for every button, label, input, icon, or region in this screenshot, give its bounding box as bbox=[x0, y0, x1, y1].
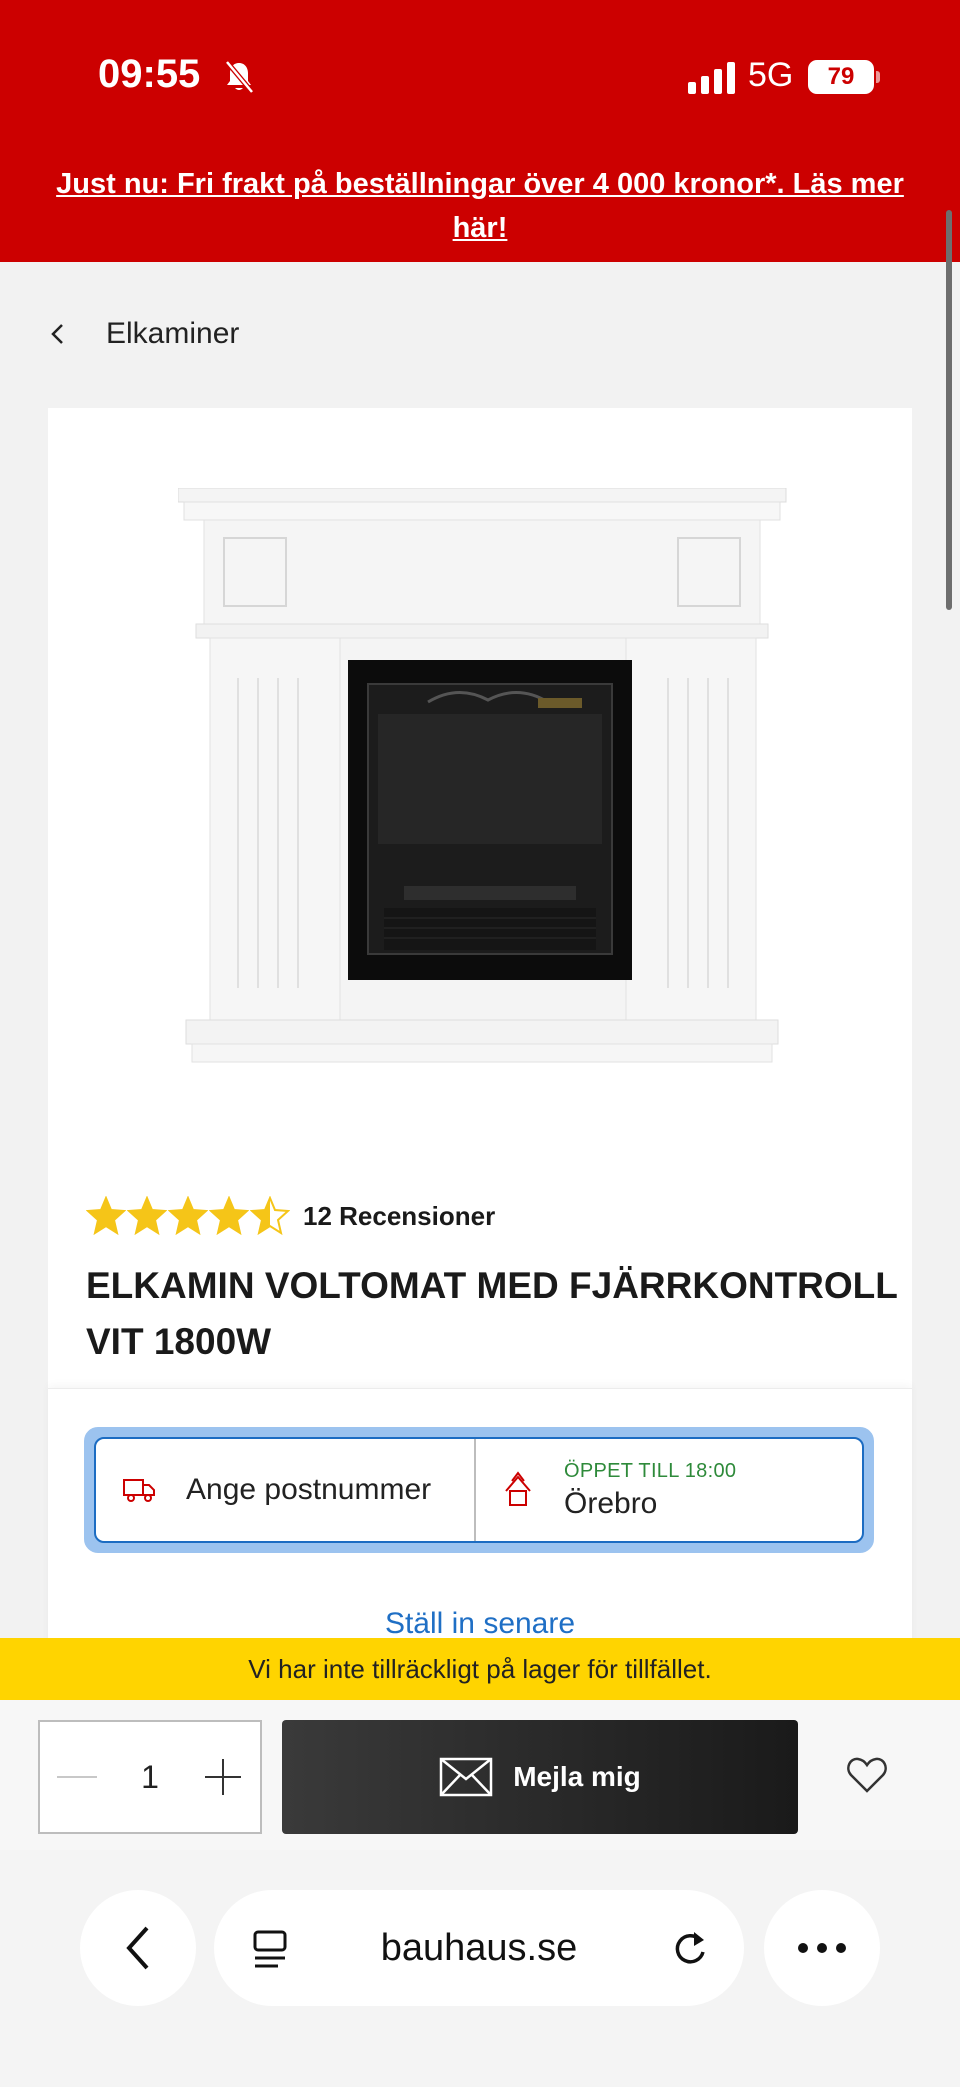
breadcrumb-label: Elkaminer bbox=[106, 317, 240, 350]
rating-stars bbox=[86, 1196, 291, 1236]
signal-icon bbox=[688, 62, 735, 94]
purchase-bar: 1 Mejla mig bbox=[0, 1700, 960, 1850]
more-options-button[interactable] bbox=[764, 1890, 880, 2006]
store-name: Örebro bbox=[564, 1486, 658, 1520]
star-icon bbox=[127, 1196, 167, 1236]
quantity-decrease-button[interactable] bbox=[40, 1722, 114, 1832]
plus-icon bbox=[205, 1759, 241, 1795]
battery-indicator: 79 bbox=[808, 60, 880, 94]
star-icon bbox=[86, 1196, 126, 1236]
status-time: 09:55 bbox=[98, 52, 201, 96]
scrollbar-thumb[interactable] bbox=[946, 210, 952, 610]
star-icon bbox=[209, 1196, 249, 1236]
url-text: bauhaus.se bbox=[380, 1926, 578, 1969]
quantity-value[interactable]: 1 bbox=[114, 1759, 186, 1796]
product-image[interactable] bbox=[178, 488, 838, 1108]
heart-icon[interactable] bbox=[846, 1756, 888, 1794]
chevron-left-icon bbox=[126, 1926, 149, 1970]
browser-toolbar: bauhaus.se bbox=[0, 1850, 960, 2087]
minus-icon bbox=[57, 1776, 97, 1778]
promo-banner-link[interactable]: Just nu: Fri frakt på beställningar över… bbox=[50, 162, 910, 250]
reviews-link[interactable]: 12 Recensioner bbox=[303, 1201, 495, 1232]
product-card: 12 Recensioner ELKAMIN VOLTOMAT MED FJÄR… bbox=[48, 408, 912, 1688]
network-label: 5G bbox=[748, 56, 794, 94]
store-selector[interactable]: ÖPPET TILL 18:00 Örebro bbox=[476, 1439, 862, 1541]
stock-notice: Vi har inte tillräckligt på lager för ti… bbox=[0, 1638, 960, 1700]
postcode-selector[interactable]: Ange postnummer bbox=[96, 1439, 476, 1541]
ellipsis-icon bbox=[798, 1943, 846, 1953]
star-icon bbox=[168, 1196, 208, 1236]
notify-by-email-button[interactable]: Mejla mig bbox=[282, 1720, 798, 1834]
site-header: 09:55 5G 79 Just nu: Fri frakt på bestäl… bbox=[0, 0, 960, 262]
notify-button-label: Mejla mig bbox=[513, 1761, 641, 1792]
postcode-label: Ange postnummer bbox=[186, 1473, 432, 1506]
reload-icon[interactable] bbox=[670, 1928, 710, 1970]
envelope-icon bbox=[439, 1757, 493, 1797]
quantity-stepper: 1 bbox=[38, 1720, 262, 1834]
quantity-increase-button[interactable] bbox=[186, 1722, 260, 1832]
store-opening-status: ÖPPET TILL 18:00 bbox=[564, 1459, 737, 1482]
set-later-link[interactable]: Ställ in senare bbox=[48, 1607, 912, 1641]
truck-icon bbox=[123, 1479, 155, 1502]
store-icon bbox=[505, 1471, 531, 1506]
bell-muted-icon bbox=[225, 60, 254, 94]
star-icon bbox=[250, 1196, 290, 1236]
address-bar[interactable]: bauhaus.se bbox=[214, 1890, 744, 2006]
breadcrumb[interactable]: Elkaminer bbox=[44, 312, 239, 356]
delivery-options: Ange postnummer ÖPPET TILL 18:00 Örebro bbox=[84, 1427, 874, 1553]
chevron-left-icon bbox=[51, 324, 63, 344]
browser-back-button[interactable] bbox=[80, 1890, 196, 2006]
product-title: ELKAMIN VOLTOMAT MED FJÄRRKONTROLL VIT 1… bbox=[86, 1265, 898, 1362]
product-rating[interactable]: 12 Recensioner bbox=[86, 1196, 495, 1236]
